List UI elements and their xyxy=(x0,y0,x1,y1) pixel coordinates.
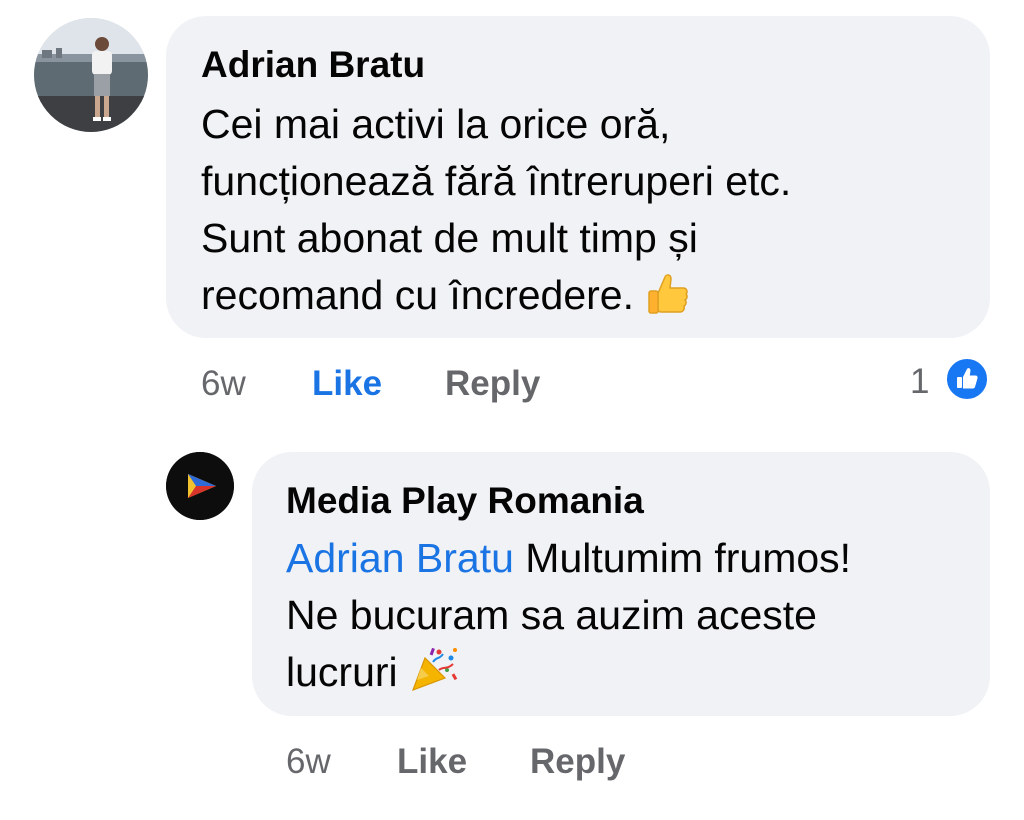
comment-text-line-last: recomand cu încredere. xyxy=(201,267,961,332)
comment-author[interactable]: Adrian Bratu xyxy=(201,44,425,86)
comment-text-line: funcționează fără întreruperi etc. xyxy=(201,158,792,204)
media-play-logo-icon xyxy=(166,452,234,520)
reply-button[interactable]: Reply xyxy=(445,364,540,404)
comment-thread: Adrian Bratu Cei mai activi la orice oră… xyxy=(0,0,1024,820)
reply-text-line-last: lucruri xyxy=(286,644,976,709)
party-popper-icon xyxy=(409,644,459,709)
reply-reply-button[interactable]: Reply xyxy=(530,742,625,782)
reply-text-line: Adrian Bratu Multumim frumos! xyxy=(286,530,976,587)
reaction-count[interactable]: 1 xyxy=(910,362,929,402)
like-reaction-icon[interactable] xyxy=(944,356,990,402)
avatar[interactable] xyxy=(34,18,148,132)
reply-text-line: Ne bucuram sa auzim aceste xyxy=(286,592,817,638)
reply-text-segment: lucruri xyxy=(286,649,398,695)
thumbs-up-icon xyxy=(957,368,978,389)
comment-text: Cei mai activi la orice oră, funcționeaz… xyxy=(201,96,961,332)
page-avatar[interactable] xyxy=(166,452,234,520)
mention-link[interactable]: Adrian Bratu xyxy=(286,535,514,581)
reply-text-segment: Multumim frumos! xyxy=(513,535,852,581)
comment-text-line: Sunt abonat de mult timp și xyxy=(201,215,698,261)
reply-timestamp[interactable]: 6w xyxy=(286,742,331,782)
reply-text: Adrian Bratu Multumim frumos! Ne bucuram… xyxy=(286,530,976,709)
reply-author[interactable]: Media Play Romania xyxy=(286,480,644,522)
comment-text-segment: recomand cu încredere. xyxy=(201,272,635,318)
reply-like-button[interactable]: Like xyxy=(397,742,467,782)
profile-photo xyxy=(34,18,148,132)
like-button[interactable]: Like xyxy=(312,364,382,404)
comment-text-line: Cei mai activi la orice oră, xyxy=(201,101,671,147)
comment-timestamp[interactable]: 6w xyxy=(201,364,246,404)
thumbs-up-icon xyxy=(645,271,691,332)
